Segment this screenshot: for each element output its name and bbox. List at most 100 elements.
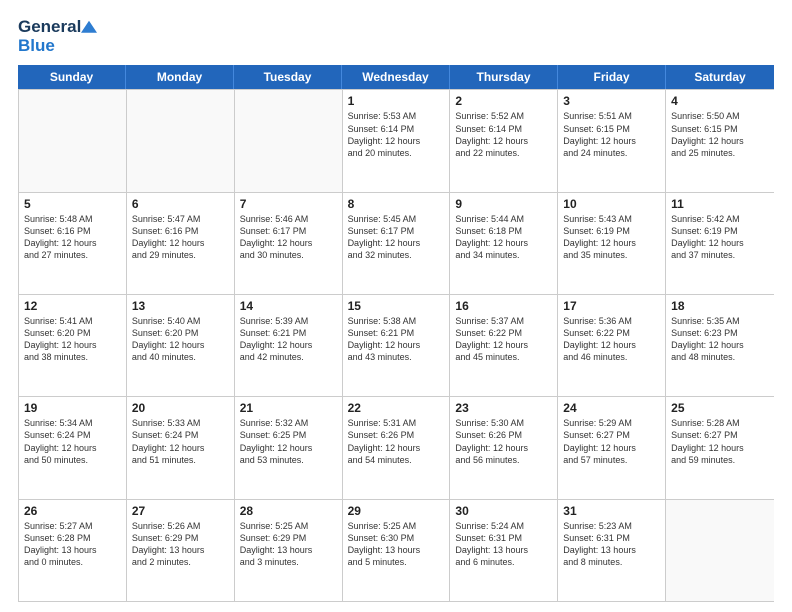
calendar-header: SundayMondayTuesdayWednesdayThursdayFrid… (18, 65, 774, 89)
calendar: SundayMondayTuesdayWednesdayThursdayFrid… (18, 65, 774, 602)
calendar-cell-21: 21 Sunrise: 5:32 AM Sunset: 6:25 PM Dayli… (235, 397, 343, 498)
day-number: 3 (563, 94, 660, 108)
day-info: Sunrise: 5:25 AM Sunset: 6:30 PM Dayligh… (348, 520, 445, 569)
day-info: Sunrise: 5:45 AM Sunset: 6:17 PM Dayligh… (348, 213, 445, 262)
day-number: 19 (24, 401, 121, 415)
day-number: 22 (348, 401, 445, 415)
calendar-cell-3: 3 Sunrise: 5:51 AM Sunset: 6:15 PM Daylig… (558, 90, 666, 191)
day-number: 26 (24, 504, 121, 518)
calendar-cell-24: 24Sunrise: 5:29 AM Sunset: 6:27 PM Dayli… (558, 397, 666, 498)
day-number: 11 (671, 197, 769, 211)
page: General Blue SundayMondayTuesdayWednesda… (0, 0, 792, 612)
day-number: 23 (455, 401, 552, 415)
day-info: Sunrise: 5:39 AM Sunset: 6:21 PM Dayligh… (240, 315, 337, 364)
day-number: 18 (671, 299, 769, 313)
calendar-cell-23: 23Sunrise: 5:30 AM Sunset: 6:26 PM Dayli… (450, 397, 558, 498)
day-number: 28 (240, 504, 337, 518)
calendar-cell-empty-0-2 (235, 90, 343, 191)
calendar-cell-9: 9 Sunrise: 5:44 AM Sunset: 6:18 PM Daylig… (450, 193, 558, 294)
day-number: 5 (24, 197, 121, 211)
calendar-row-3: 12 Sunrise: 5:41 AM Sunset: 6:20 PM Dayli… (19, 294, 774, 396)
day-number: 7 (240, 197, 337, 211)
day-number: 30 (455, 504, 552, 518)
calendar-cell-empty-4-6 (666, 500, 774, 601)
day-info: Sunrise: 5:33 AM Sunset: 6:24 PM Dayligh… (132, 417, 229, 466)
day-number: 27 (132, 504, 229, 518)
header-day-monday: Monday (126, 65, 234, 89)
logo-icon (81, 20, 97, 36)
day-info: Sunrise: 5:43 AM Sunset: 6:19 PM Dayligh… (563, 213, 660, 262)
day-number: 1 (348, 94, 445, 108)
day-info: Sunrise: 5:48 AM Sunset: 6:16 PM Dayligh… (24, 213, 121, 262)
day-number: 14 (240, 299, 337, 313)
header-day-thursday: Thursday (450, 65, 558, 89)
day-info: Sunrise: 5:46 AM Sunset: 6:17 PM Dayligh… (240, 213, 337, 262)
calendar-cell-27: 27 Sunrise: 5:26 AM Sunset: 6:29 PM Dayli… (127, 500, 235, 601)
day-number: 29 (348, 504, 445, 518)
day-info: Sunrise: 5:26 AM Sunset: 6:29 PM Dayligh… (132, 520, 229, 569)
logo: General Blue (18, 18, 97, 55)
calendar-cell-31: 31Sunrise: 5:23 AM Sunset: 6:31 PM Dayli… (558, 500, 666, 601)
calendar-cell-2: 2 Sunrise: 5:52 AM Sunset: 6:14 PM Daylig… (450, 90, 558, 191)
day-number: 4 (671, 94, 769, 108)
day-number: 2 (455, 94, 552, 108)
calendar-row-1: 1 Sunrise: 5:53 AM Sunset: 6:14 PM Daylig… (19, 89, 774, 191)
day-number: 6 (132, 197, 229, 211)
header-day-friday: Friday (558, 65, 666, 89)
day-number: 21 (240, 401, 337, 415)
calendar-row-4: 19 Sunrise: 5:34 AM Sunset: 6:24 PM Dayli… (19, 396, 774, 498)
day-info: Sunrise: 5:52 AM Sunset: 6:14 PM Dayligh… (455, 110, 552, 159)
day-number: 17 (563, 299, 660, 313)
calendar-cell-29: 29 Sunrise: 5:25 AM Sunset: 6:30 PM Dayli… (343, 500, 451, 601)
day-number: 9 (455, 197, 552, 211)
day-info: Sunrise: 5:24 AM Sunset: 6:31 PM Dayligh… (455, 520, 552, 569)
calendar-cell-4: 4 Sunrise: 5:50 AM Sunset: 6:15 PM Daylig… (666, 90, 774, 191)
day-info: Sunrise: 5:41 AM Sunset: 6:20 PM Dayligh… (24, 315, 121, 364)
day-number: 16 (455, 299, 552, 313)
logo-container: General Blue (18, 18, 97, 55)
day-number: 8 (348, 197, 445, 211)
day-number: 15 (348, 299, 445, 313)
day-number: 13 (132, 299, 229, 313)
day-info: Sunrise: 5:53 AM Sunset: 6:14 PM Dayligh… (348, 110, 445, 159)
calendar-cell-26: 26 Sunrise: 5:27 AM Sunset: 6:28 PM Dayli… (19, 500, 127, 601)
header: General Blue (18, 18, 774, 55)
day-info: Sunrise: 5:27 AM Sunset: 6:28 PM Dayligh… (24, 520, 121, 569)
day-number: 10 (563, 197, 660, 211)
header-day-wednesday: Wednesday (342, 65, 450, 89)
calendar-cell-30: 30 Sunrise: 5:24 AM Sunset: 6:31 PM Dayli… (450, 500, 558, 601)
day-info: Sunrise: 5:38 AM Sunset: 6:21 PM Dayligh… (348, 315, 445, 364)
day-info: Sunrise: 5:23 AM Sunset: 6:31 PM Dayligh… (563, 520, 660, 569)
calendar-cell-10: 10 Sunrise: 5:43 AM Sunset: 6:19 PM Dayli… (558, 193, 666, 294)
calendar-cell-22: 22 Sunrise: 5:31 AM Sunset: 6:26 PM Dayli… (343, 397, 451, 498)
day-info: Sunrise: 5:44 AM Sunset: 6:18 PM Dayligh… (455, 213, 552, 262)
day-number: 25 (671, 401, 769, 415)
calendar-cell-6: 6Sunrise: 5:47 AM Sunset: 6:16 PM Daylig… (127, 193, 235, 294)
day-info: Sunrise: 5:51 AM Sunset: 6:15 PM Dayligh… (563, 110, 660, 159)
calendar-cell-13: 13Sunrise: 5:40 AM Sunset: 6:20 PM Dayli… (127, 295, 235, 396)
day-info: Sunrise: 5:32 AM Sunset: 6:25 PM Dayligh… (240, 417, 337, 466)
day-number: 20 (132, 401, 229, 415)
day-info: Sunrise: 5:25 AM Sunset: 6:29 PM Dayligh… (240, 520, 337, 569)
calendar-cell-8: 8 Sunrise: 5:45 AM Sunset: 6:17 PM Daylig… (343, 193, 451, 294)
calendar-cell-16: 16 Sunrise: 5:37 AM Sunset: 6:22 PM Dayli… (450, 295, 558, 396)
day-info: Sunrise: 5:42 AM Sunset: 6:19 PM Dayligh… (671, 213, 769, 262)
day-info: Sunrise: 5:35 AM Sunset: 6:23 PM Dayligh… (671, 315, 769, 364)
header-day-saturday: Saturday (666, 65, 774, 89)
day-info: Sunrise: 5:50 AM Sunset: 6:15 PM Dayligh… (671, 110, 769, 159)
calendar-cell-5: 5 Sunrise: 5:48 AM Sunset: 6:16 PM Daylig… (19, 193, 127, 294)
day-number: 12 (24, 299, 121, 313)
calendar-cell-20: 20 Sunrise: 5:33 AM Sunset: 6:24 PM Dayli… (127, 397, 235, 498)
header-day-tuesday: Tuesday (234, 65, 342, 89)
calendar-cell-15: 15 Sunrise: 5:38 AM Sunset: 6:21 PM Dayli… (343, 295, 451, 396)
day-info: Sunrise: 5:37 AM Sunset: 6:22 PM Dayligh… (455, 315, 552, 364)
day-info: Sunrise: 5:34 AM Sunset: 6:24 PM Dayligh… (24, 417, 121, 466)
day-info: Sunrise: 5:28 AM Sunset: 6:27 PM Dayligh… (671, 417, 769, 466)
calendar-cell-28: 28 Sunrise: 5:25 AM Sunset: 6:29 PM Dayli… (235, 500, 343, 601)
calendar-cell-18: 18 Sunrise: 5:35 AM Sunset: 6:23 PM Dayli… (666, 295, 774, 396)
day-info: Sunrise: 5:36 AM Sunset: 6:22 PM Dayligh… (563, 315, 660, 364)
day-info: Sunrise: 5:31 AM Sunset: 6:26 PM Dayligh… (348, 417, 445, 466)
calendar-cell-empty-0-0 (19, 90, 127, 191)
calendar-cell-12: 12 Sunrise: 5:41 AM Sunset: 6:20 PM Dayli… (19, 295, 127, 396)
calendar-cell-1: 1 Sunrise: 5:53 AM Sunset: 6:14 PM Daylig… (343, 90, 451, 191)
